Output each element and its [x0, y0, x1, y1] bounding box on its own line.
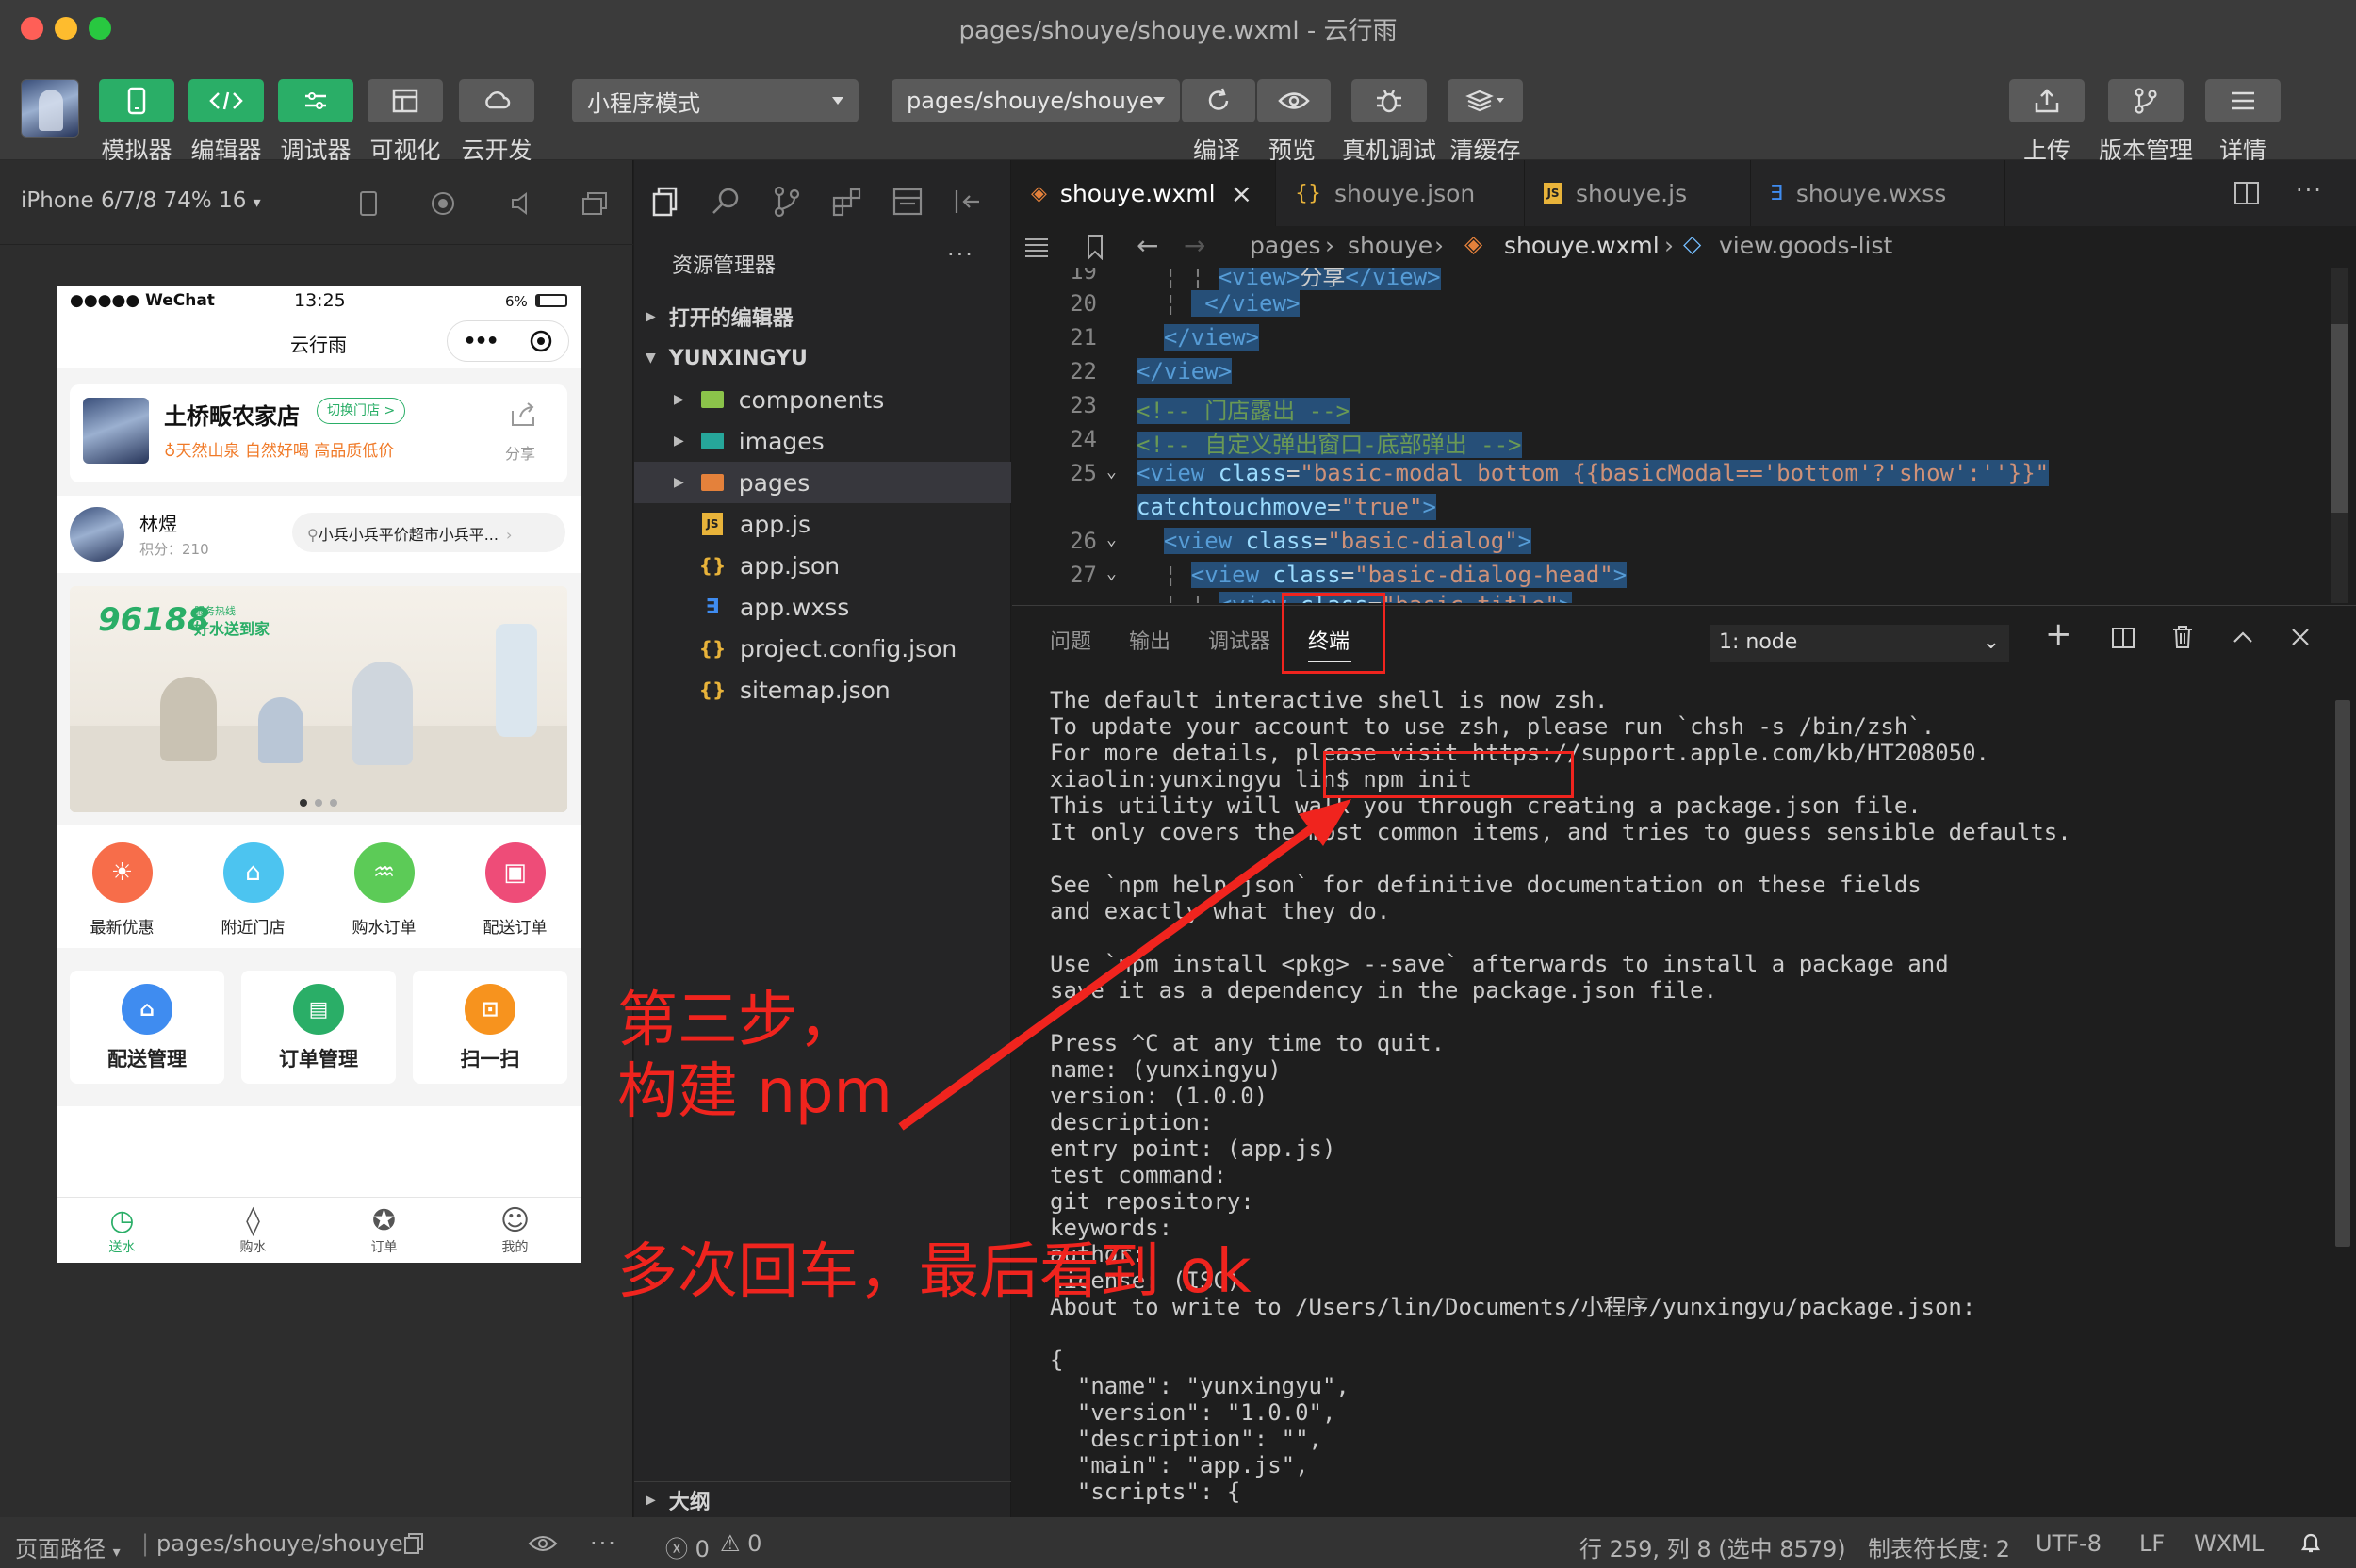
step-annotation: 第三步， 构建 npm — [617, 985, 892, 1128]
step-annotation-line2: 构建 npm — [617, 1057, 892, 1127]
warning-icon: ⚠ — [720, 1530, 741, 1557]
page-path-label: 页面路径 — [15, 1536, 106, 1562]
eye-icon[interactable] — [528, 1534, 558, 1553]
encoding[interactable]: UTF-8 — [2036, 1530, 2102, 1557]
warning-count: 0 — [747, 1530, 762, 1557]
more-icon[interactable]: ··· — [590, 1530, 617, 1557]
line-ending[interactable]: LF — [2139, 1530, 2165, 1557]
error-indicator[interactable]: ⓧ 0 — [665, 1530, 710, 1563]
error-icon: ⓧ — [665, 1536, 688, 1562]
error-count: 0 — [695, 1536, 710, 1562]
bell-icon[interactable] — [2299, 1530, 2322, 1555]
warning-indicator[interactable]: ⚠ 0 — [720, 1530, 761, 1557]
copy-icon[interactable] — [403, 1532, 424, 1555]
tab-size[interactable]: 制表符长度: 2 — [1868, 1530, 2010, 1563]
language-mode[interactable]: WXML — [2194, 1530, 2264, 1557]
cursor-position[interactable]: 行 259, 列 8 (选中 8579) — [1579, 1530, 1846, 1563]
status-bar: 页面路径 ▾ | pages/shouye/shouye ··· ⓧ 0 ⚠ 0… — [0, 1517, 2356, 1568]
annotation-arrow — [898, 799, 1351, 1131]
step-annotation-line1: 第三步， — [617, 986, 859, 1055]
divider: | — [141, 1530, 150, 1557]
note-annotation: 多次回车，最后看到 ok — [617, 1237, 1252, 1307]
page-path-selector[interactable]: 页面路径 ▾ — [15, 1530, 121, 1563]
page-path-value: pages/shouye/shouye — [156, 1530, 403, 1557]
chevron-down-icon: ▾ — [112, 1543, 121, 1560]
